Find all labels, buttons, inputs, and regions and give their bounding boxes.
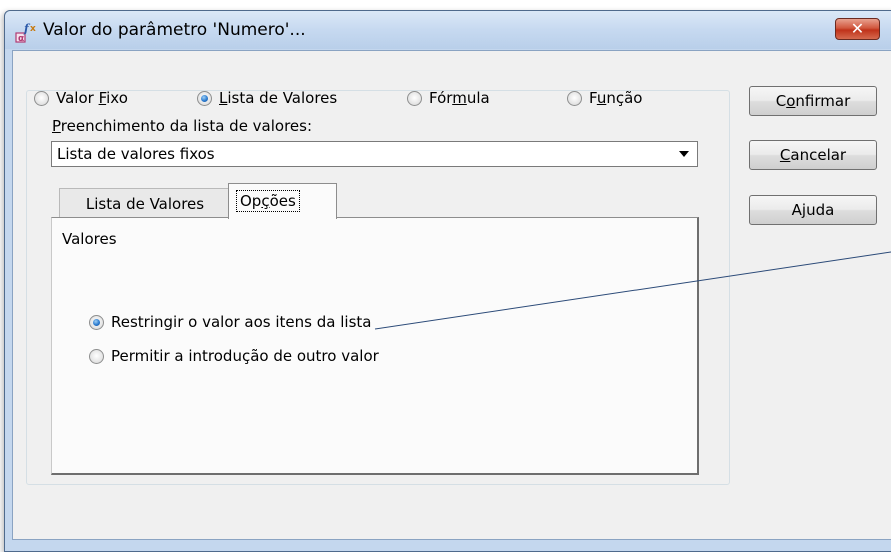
annotation-callout-line <box>374 251 891 330</box>
